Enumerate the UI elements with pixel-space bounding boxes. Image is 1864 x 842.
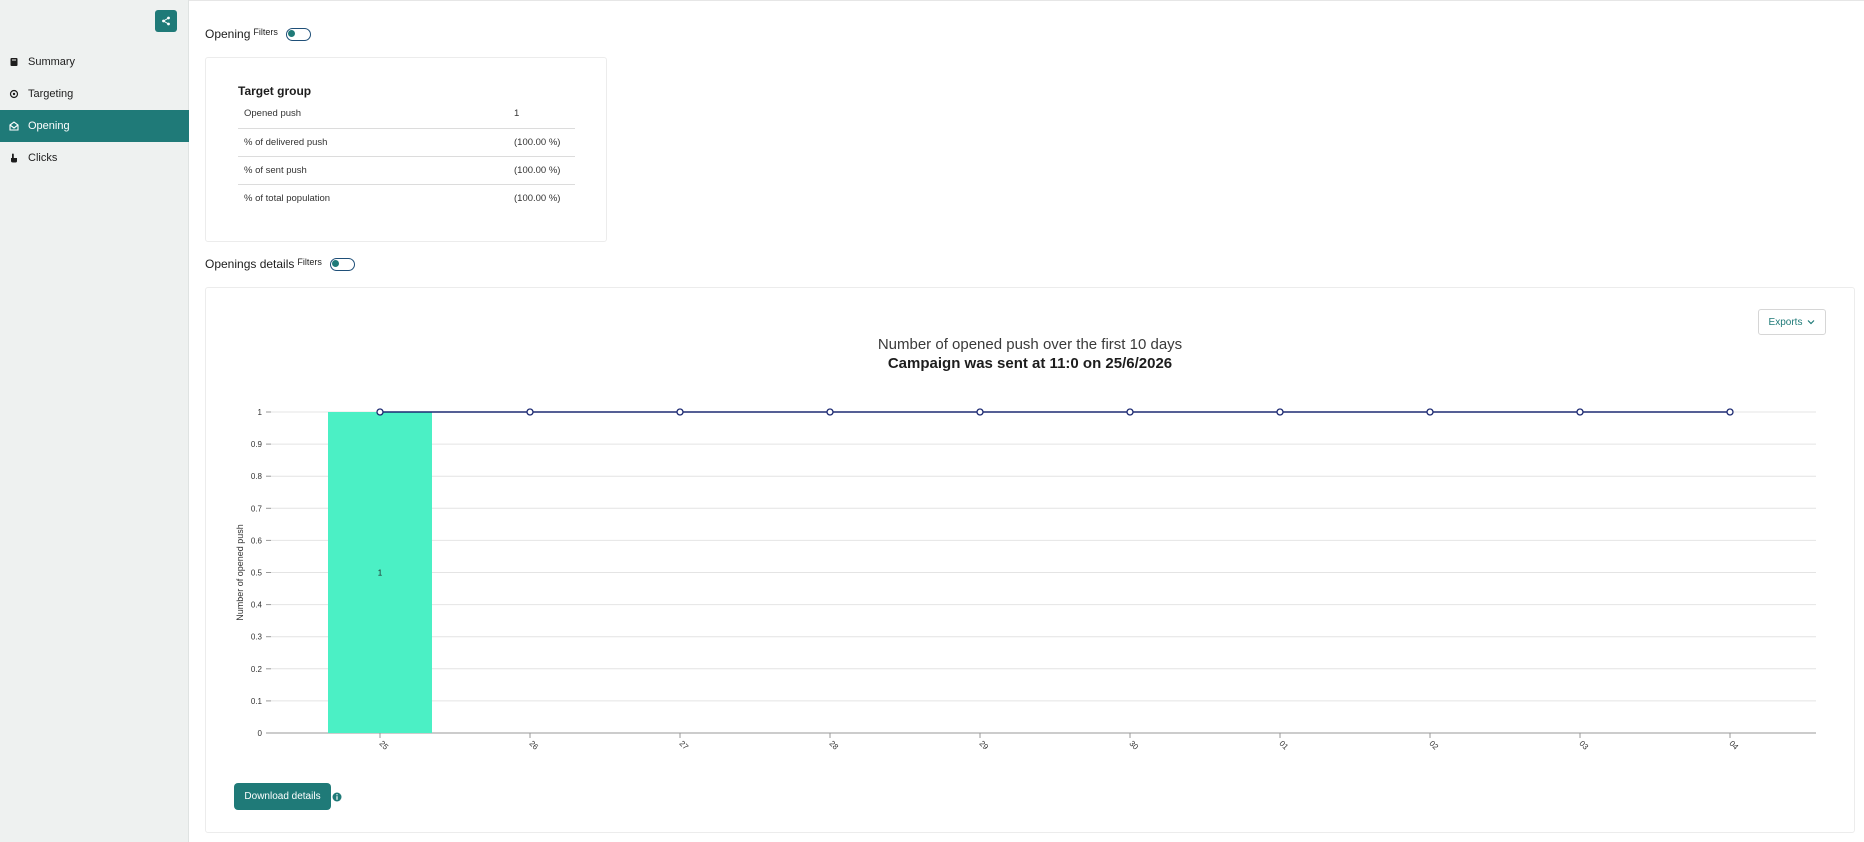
line-point [826,408,834,416]
y-tick-label: 0.2 [251,665,263,674]
row-value: (100.00 %) [514,192,561,204]
line-point [976,408,984,416]
table-row: % of total population (100.00 %) [238,184,575,212]
line-point [1276,408,1284,416]
x-tick-label: 04 [1727,739,1740,752]
download-details-button[interactable]: Download details [234,783,331,810]
y-tick-label: 0.6 [251,536,263,545]
filters-toggle[interactable] [329,257,355,271]
line-point [1576,408,1584,416]
row-label: Opened push [238,100,508,129]
line-point [1726,408,1734,416]
x-tick-label: 01 [1277,739,1290,752]
sidebar-item-targeting[interactable]: Targeting [0,78,189,110]
details-section-header: Openings details Filters [205,257,355,271]
pointer-hand-icon [8,152,20,164]
target-icon [8,88,20,100]
y-tick-label: 0.1 [251,697,263,706]
line-point [526,408,534,416]
section-title: Openings details [205,257,295,271]
y-tick-label: 0.4 [251,601,263,610]
x-tick-label: 02 [1427,739,1440,752]
table-row: Opened push 1 [238,100,575,129]
envelope-open-icon [8,120,20,132]
sidebar-item-label: Targeting [28,88,74,100]
row-value: (100.00 %) [508,156,575,185]
y-tick-label: 0 [258,729,263,738]
target-group-table: Opened push 1 % of delivered push (100.0… [238,100,575,212]
y-tick-label: 0.5 [251,569,263,578]
line-point [376,408,384,416]
line-point [676,408,684,416]
sidebar-item-summary[interactable]: Summary [0,46,189,78]
share-button[interactable] [155,10,177,32]
row-label: % of total population [244,192,331,204]
bar-data-label: 1 [378,569,383,578]
table-row: % of sent push (100.00 %) [238,156,575,185]
target-group-title: Target group [238,84,312,98]
section-title: Opening [205,27,251,41]
y-tick-label: 0.7 [251,504,263,513]
x-tick-label: 26 [527,739,540,752]
sidebar-nav: Summary Targeting Opening Clicks [0,46,189,174]
bar-line-chart: 0 0.1 0.2 0.3 0.4 0.5 0.6 0.7 0.8 0.9 1 Number of o… [235,408,1816,752]
sidebar: Summary Targeting Opening Clicks [0,0,189,842]
line-point [1126,408,1134,416]
x-tick-label: 29 [977,739,990,752]
filters-label: Filters [253,27,278,37]
filters-toggle[interactable] [285,27,311,41]
sidebar-item-opening[interactable]: Opening [0,110,189,142]
x-tick-label: 25 [377,739,390,752]
opening-section-header: Opening Filters [205,27,311,41]
y-axis-label: Number of opened push [235,524,245,621]
book-icon [8,56,20,68]
sidebar-item-clicks[interactable]: Clicks [0,142,189,174]
x-tick-label: 27 [677,739,690,752]
y-tick-label: 1 [258,408,263,417]
y-tick-label: 0.9 [251,440,263,449]
app-root: Summary Targeting Opening Clicks Opening… [0,0,1864,842]
x-tick-label: 03 [1577,739,1590,752]
openings-details-card: Exports Number of opened push over the f… [205,287,1855,833]
line-point [1426,408,1434,416]
sidebar-item-label: Summary [28,56,76,68]
table-row: % of delivered push (100.00 %) [238,128,575,157]
x-tick-label: 28 [827,739,840,752]
main-content: Opening Filters Target group Opened push… [189,0,1864,842]
row-label: % of delivered push [238,128,508,157]
toggle-knob [288,30,296,37]
share-icon [162,16,170,26]
y-tick-label: 0.8 [251,472,263,481]
row-label: % of sent push [238,156,508,185]
row-value: (100.00 %) [508,128,575,157]
y-tick-label: 0.3 [251,633,263,642]
x-tick-label: 30 [1127,739,1140,752]
sidebar-item-label: Clicks [28,152,58,164]
info-icon[interactable] [332,792,342,802]
toggle-knob [332,260,340,267]
filters-label: Filters [297,257,322,267]
row-value: 1 [508,100,575,129]
sidebar-item-label: Opening [28,120,70,132]
download-label: Download details [244,791,321,802]
target-group-card: Target group Opened push 1 % of delivere… [205,57,607,242]
